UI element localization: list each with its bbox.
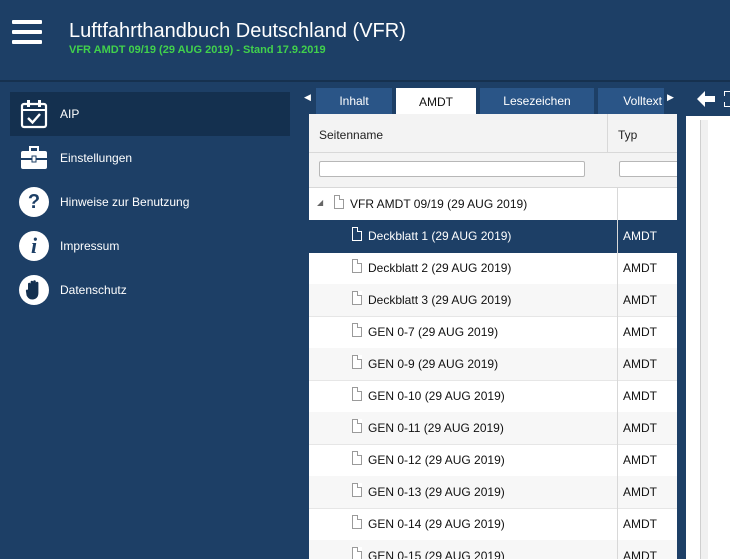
table-row[interactable]: GEN 0-10 (29 AUG 2019) AMDT <box>309 380 677 413</box>
filter-seitenname-input[interactable] <box>319 161 585 177</box>
row-typ: AMDT <box>623 229 657 243</box>
table-row[interactable]: GEN 0-7 (29 AUG 2019) AMDT <box>309 316 677 349</box>
row-name: GEN 0-7 (29 AUG 2019) <box>368 325 499 339</box>
tab-bar: ◀ Inhalt AMDT Lesezeichen Volltext ▶ <box>300 86 685 116</box>
viewer-toolbar <box>686 82 730 116</box>
column-header-label: Typ <box>618 128 638 142</box>
row-typ: AMDT <box>623 549 657 559</box>
row-name: Deckblatt 3 (29 AUG 2019) <box>368 293 512 307</box>
row-name: GEN 0-14 (29 AUG 2019) <box>368 517 505 531</box>
document-icon <box>352 515 362 529</box>
group-row[interactable]: ◢ VFR AMDT 09/19 (29 AUG 2019) <box>309 188 677 221</box>
row-typ: AMDT <box>623 421 657 435</box>
filter-typ-input[interactable] <box>619 161 677 177</box>
row-typ: AMDT <box>623 357 657 371</box>
tab-amdt[interactable]: AMDT <box>396 88 476 116</box>
tab-scroll-right-icon[interactable]: ▶ <box>667 92 674 103</box>
table-row[interactable]: GEN 0-11 (29 AUG 2019) AMDT <box>309 412 677 445</box>
document-icon <box>352 451 362 465</box>
table-row[interactable]: GEN 0-9 (29 AUG 2019) AMDT <box>309 348 677 381</box>
document-icon <box>352 227 362 241</box>
row-name: Deckblatt 2 (29 AUG 2019) <box>368 261 512 275</box>
document-icon <box>352 547 362 559</box>
row-name: GEN 0-9 (29 AUG 2019) <box>368 357 499 371</box>
document-icon <box>352 355 362 369</box>
amdt-table: Seitenname Typ ◢ VFR AMDT 09/19 (29 AUG … <box>309 114 677 559</box>
back-arrow-icon[interactable] <box>697 91 715 112</box>
collapse-triangle-icon[interactable]: ◢ <box>317 198 323 207</box>
table-row[interactable]: GEN 0-12 (29 AUG 2019) AMDT <box>309 444 677 477</box>
row-typ: AMDT <box>623 389 657 403</box>
document-icon <box>334 195 344 209</box>
row-typ: AMDT <box>623 485 657 499</box>
row-name: GEN 0-11 (29 AUG 2019) <box>368 421 504 435</box>
sidebar-item-einstellungen[interactable]: Einstellungen <box>10 136 290 180</box>
tab-scroll-left-icon[interactable]: ◀ <box>304 92 311 103</box>
sidebar-item-label: AIP <box>60 107 80 121</box>
document-viewer <box>686 82 730 559</box>
app-header: Luftfahrthandbuch Deutschland (VFR) VFR … <box>0 0 730 82</box>
document-icon <box>352 259 362 273</box>
column-header-label: Seitenname <box>319 128 384 142</box>
row-name: GEN 0-12 (29 AUG 2019) <box>368 453 505 467</box>
row-typ: AMDT <box>623 293 657 307</box>
hamburger-menu-icon[interactable] <box>12 20 42 44</box>
row-typ: AMDT <box>623 453 657 467</box>
app-title: Luftfahrthandbuch Deutschland (VFR) <box>69 20 406 42</box>
table-row[interactable]: Deckblatt 1 (29 AUG 2019) AMDT <box>309 220 677 253</box>
row-name: Deckblatt 1 (29 AUG 2019) <box>368 229 512 243</box>
fullscreen-icon[interactable] <box>723 90 730 112</box>
row-typ: AMDT <box>623 325 657 339</box>
table-row[interactable]: GEN 0-14 (29 AUG 2019) AMDT <box>309 508 677 541</box>
document-icon <box>352 419 362 433</box>
document-icon <box>352 291 362 305</box>
sidebar-item-label: Einstellungen <box>60 151 133 165</box>
row-name: GEN 0-10 (29 AUG 2019) <box>368 389 505 403</box>
row-name: GEN 0-13 (29 AUG 2019) <box>368 485 505 499</box>
sidebar: AIP Einstellungen ? Hinweise zur Benutzu… <box>0 82 300 559</box>
column-header-typ[interactable]: Typ <box>608 114 677 153</box>
calendar-check-icon <box>18 98 50 130</box>
sidebar-item-datenschutz[interactable]: Datenschutz <box>10 268 290 312</box>
table-row[interactable]: Deckblatt 2 (29 AUG 2019) AMDT <box>309 252 677 285</box>
question-circle-icon: ? <box>18 186 50 218</box>
row-name: GEN 0-15 (29 AUG 2019) <box>368 549 505 559</box>
sidebar-item-hinweise[interactable]: ? Hinweise zur Benutzung <box>10 180 290 224</box>
row-typ: AMDT <box>623 261 657 275</box>
table-row[interactable]: GEN 0-15 (29 AUG 2019) AMDT <box>309 540 677 559</box>
main-panel: ◀ Inhalt AMDT Lesezeichen Volltext ▶ Sei… <box>300 82 685 559</box>
document-page <box>708 120 730 559</box>
sidebar-item-label: Datenschutz <box>60 283 127 297</box>
app-subtitle: VFR AMDT 09/19 (29 AUG 2019) - Stand 17.… <box>69 44 326 56</box>
document-icon <box>352 387 362 401</box>
sidebar-item-impressum[interactable]: i Impressum <box>10 224 290 268</box>
briefcase-icon <box>18 142 50 174</box>
tab-lesezeichen[interactable]: Lesezeichen <box>480 88 594 114</box>
filter-row <box>309 153 677 188</box>
hand-stop-icon <box>18 274 50 306</box>
group-name: VFR AMDT 09/19 (29 AUG 2019) <box>350 197 528 211</box>
row-typ: AMDT <box>623 517 657 531</box>
table-row[interactable]: Deckblatt 3 (29 AUG 2019) AMDT <box>309 284 677 317</box>
sidebar-item-aip[interactable]: AIP <box>10 92 290 136</box>
sidebar-item-label: Impressum <box>60 239 120 253</box>
table-row[interactable]: GEN 0-13 (29 AUG 2019) AMDT <box>309 476 677 509</box>
tab-inhalt[interactable]: Inhalt <box>316 88 392 114</box>
sidebar-item-label: Hinweise zur Benutzung <box>60 195 190 209</box>
tab-volltext[interactable]: Volltext <box>598 88 664 114</box>
document-icon <box>352 483 362 497</box>
document-icon <box>352 323 362 337</box>
column-header-seitenname[interactable]: Seitenname <box>309 114 608 153</box>
info-circle-icon: i <box>18 230 50 262</box>
